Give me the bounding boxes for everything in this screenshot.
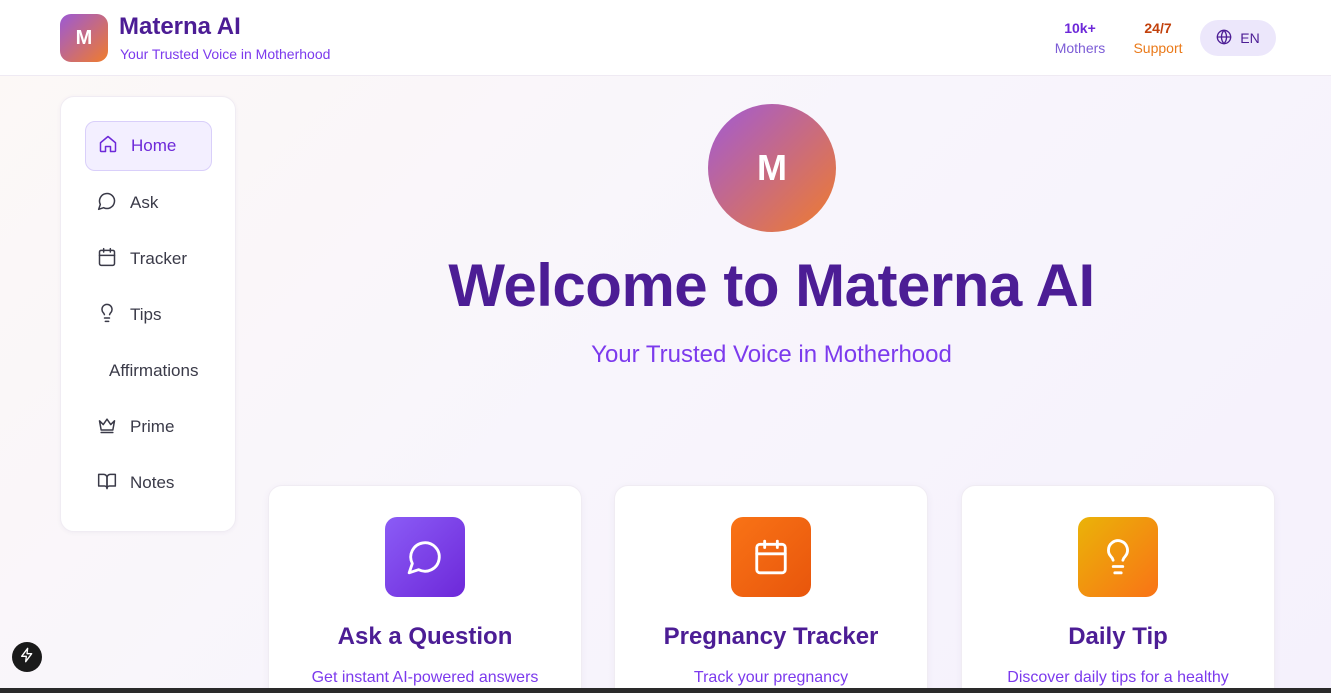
card-title: Daily Tip [1068,623,1168,650]
sidebar-item-notes[interactable]: Notes [85,458,212,508]
card-title: Ask a Question [337,623,513,650]
sidebar-item-label: Home [131,136,177,155]
page-title: Welcome to Materna AI [448,252,1095,319]
stat-label: Support [1133,40,1183,56]
card-description: Track your pregnancy [693,669,849,686]
chat-bubble-icon [97,191,117,216]
brand-logo[interactable]: M [60,14,108,62]
crown-icon [97,415,117,440]
sidebar-item-ask[interactable]: Ask [85,178,212,228]
stat-support: 24/7 Support [1130,20,1186,58]
book-icon [97,471,117,496]
stat-value: 10k+ [1064,20,1096,36]
page-subtitle: Your Trusted Voice in Motherhood [591,341,952,368]
lightning-bolt-icon [19,647,35,668]
card-description: Get instant AI-powered answers [311,669,539,686]
chat-bubble-icon [385,517,465,597]
sidebar-item-tracker[interactable]: Tracker [85,234,212,284]
calendar-icon [97,247,117,272]
hero-avatar: M [708,104,836,232]
stat-label: Mothers [1054,40,1106,56]
app-header: M Materna AI Your Trusted Voice in Mothe… [0,0,1331,76]
card-title: Pregnancy Tracker [663,623,879,650]
bolt-badge-button[interactable] [12,642,42,672]
feature-card-tracker[interactable]: Pregnancy Tracker Track your pregnancy [614,485,928,693]
language-button[interactable]: EN [1200,20,1276,56]
sidebar-nav: Home Ask Tracker Tips Affirmations Prime… [60,96,236,532]
sidebar-item-label: Tracker [130,249,187,268]
sidebar-item-label: Ask [130,193,159,212]
stat-mothers: 10k+ Mothers [1052,20,1108,58]
lightbulb-icon [97,303,117,328]
sidebar-item-tips[interactable]: Tips [85,290,212,340]
sidebar-item-label: Affirmations [109,361,199,380]
brand-title: Materna AI [119,13,241,40]
calendar-icon [731,517,811,597]
sidebar-item-label: Notes [130,473,175,492]
card-description: Discover daily tips for a healthy [1007,669,1229,686]
home-icon [98,134,118,159]
sidebar-item-home[interactable]: Home [85,121,212,171]
feature-card-ask[interactable]: Ask a Question Get instant AI-powered an… [268,485,582,693]
globe-icon [1216,29,1232,48]
bottom-edge-bar [0,688,1331,693]
sidebar-item-label: Tips [130,305,162,324]
sidebar-item-prime[interactable]: Prime [85,402,212,452]
feature-card-daily-tip[interactable]: Daily Tip Discover daily tips for a heal… [961,485,1275,693]
sidebar-item-affirmations[interactable]: Affirmations [85,346,212,396]
stat-value: 24/7 [1144,20,1172,36]
sidebar-item-label: Prime [130,417,175,436]
lightbulb-icon [1078,517,1158,597]
brand-subtitle: Your Trusted Voice in Motherhood [120,46,331,62]
language-label: EN [1240,30,1260,46]
